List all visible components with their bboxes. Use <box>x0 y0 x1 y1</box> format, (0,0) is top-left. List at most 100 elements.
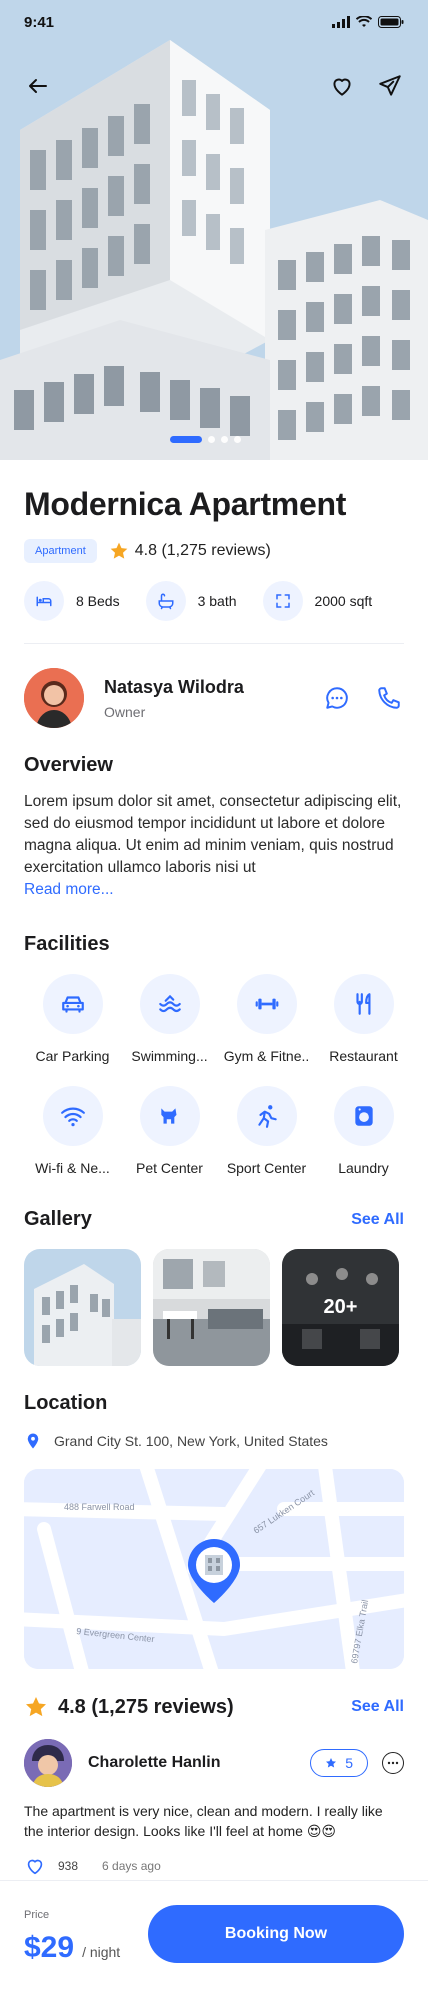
facility-restaurant[interactable]: Restaurant <box>315 974 412 1064</box>
booking-now-button[interactable]: Booking Now <box>148 1905 404 1963</box>
call-button[interactable] <box>374 683 404 713</box>
reviews-rating-text: 4.8 (1,275 reviews) <box>58 1695 234 1718</box>
facility-label: Restaurant <box>329 1048 398 1064</box>
star-icon <box>26 1697 46 1717</box>
spec-label: 2000 sqft <box>314 593 373 609</box>
reviewer-avatar[interactable] <box>24 1739 72 1787</box>
pager-dot-active[interactable] <box>170 436 202 443</box>
facility-sport-center[interactable]: Sport Center <box>218 1086 315 1176</box>
facilities-grid: Car Parking Swimming... Gym & Fitne.. Re… <box>24 974 404 1176</box>
pager-dot[interactable] <box>221 436 228 443</box>
signal-icon <box>332 16 350 28</box>
price-label: Price <box>24 1909 50 1921</box>
location-address: Grand City St. 100, New York, United Sta… <box>54 1433 328 1449</box>
status-icons <box>332 16 404 28</box>
location-pin-icon <box>27 1433 39 1449</box>
reviews-header: 4.8 (1,275 reviews) See All <box>24 1695 404 1719</box>
owner-avatar[interactable] <box>24 668 84 728</box>
owner-actions <box>322 683 404 713</box>
gallery-image-more[interactable]: 20+ <box>282 1249 399 1366</box>
facility-label: Pet Center <box>136 1160 203 1176</box>
facility-label: Car Parking <box>35 1048 110 1064</box>
map-street-label: 488 Farwell Road <box>64 1502 135 1512</box>
review-time: 6 days ago <box>102 1859 161 1873</box>
share-button[interactable] <box>370 66 410 106</box>
star-icon <box>110 542 128 559</box>
booking-bar: Price $29 / night Booking Now <box>0 1880 428 2000</box>
facility-label: Swimming... <box>131 1048 208 1064</box>
facility-pet-center[interactable]: Pet Center <box>121 1086 218 1176</box>
swimming-icon <box>139 974 200 1034</box>
property-specs: 8 Beds 3 bath 2000 sqft <box>24 581 404 644</box>
facility-car-parking[interactable]: Car Parking <box>24 974 121 1064</box>
price-block: Price $29 / night <box>24 1903 120 1965</box>
facility-swimming[interactable]: Swimming... <box>121 974 218 1064</box>
price-amount: $29 <box>24 1931 75 1964</box>
property-rating: 4.8 (1,275 reviews) <box>109 541 271 561</box>
like-heart-icon[interactable] <box>24 1855 46 1877</box>
review-header: Charolette Hanlin 5 <box>24 1739 404 1787</box>
facility-label: Laundry <box>338 1160 389 1176</box>
facility-label: Sport Center <box>226 1160 307 1176</box>
status-bar: 9:41 <box>0 0 428 44</box>
pet-icon <box>139 1086 200 1146</box>
status-time: 9:41 <box>24 13 55 31</box>
facility-label: Gym & Fitne.. <box>223 1048 310 1064</box>
facility-gym[interactable]: Gym & Fitne.. <box>218 974 315 1064</box>
rating-text: 4.8 (1,275 reviews) <box>134 542 271 559</box>
wifi-icon <box>42 1086 103 1146</box>
gallery-image[interactable] <box>24 1249 141 1366</box>
back-button[interactable] <box>18 66 58 106</box>
read-more-link[interactable]: Read more... <box>24 881 404 899</box>
gallery-see-all-link[interactable]: See All <box>351 1211 404 1229</box>
gym-icon <box>236 974 297 1034</box>
gallery-row: 20+ <box>24 1249 404 1366</box>
spec-area: 2000 sqft <box>262 581 373 621</box>
sport-icon <box>236 1086 297 1146</box>
main-content: Modernica Apartment Apartment 4.8 (1,275… <box>0 460 428 1877</box>
pager-dot[interactable] <box>234 436 241 443</box>
facilities-title: Facilities <box>24 933 110 955</box>
overview-text: Lorem ipsum dolor sit amet, consectetur … <box>24 793 402 876</box>
location-title: Location <box>24 1392 108 1414</box>
favorite-button[interactable] <box>322 66 362 106</box>
owner-info: Natasya Wilodra Owner <box>104 677 322 720</box>
more-horizontal-icon <box>387 1761 399 1765</box>
gallery-image[interactable] <box>153 1249 270 1366</box>
owner-role: Owner <box>104 703 146 720</box>
gallery-header: Gallery See All <box>24 1208 404 1231</box>
review-stars: 5 <box>345 1755 353 1771</box>
facility-laundry[interactable]: Laundry <box>315 1086 412 1176</box>
price-value: $29 / night <box>24 1931 120 1965</box>
apartment-building-photo <box>0 0 428 460</box>
area-icon <box>262 581 303 621</box>
chat-icon <box>326 687 348 709</box>
heart-icon <box>333 78 351 96</box>
laundry-icon <box>333 1086 394 1146</box>
car-icon <box>42 974 103 1034</box>
property-meta: Apartment 4.8 (1,275 reviews) <box>24 539 404 563</box>
hero-image: 9:41 <box>0 0 428 460</box>
arrow-left-icon <box>29 79 47 93</box>
overview-title: Overview <box>24 754 113 776</box>
review-footer: 938 6 days ago <box>24 1855 404 1877</box>
phone-icon <box>378 687 400 709</box>
owner-card: Natasya Wilodra Owner <box>24 668 404 728</box>
spec-label: 8 Beds <box>76 593 120 609</box>
facility-wifi[interactable]: Wi-fi & Ne... <box>24 1086 121 1176</box>
image-pager[interactable] <box>170 436 241 443</box>
pager-dot[interactable] <box>208 436 215 443</box>
restaurant-icon <box>333 974 394 1034</box>
property-tag: Apartment <box>24 539 97 563</box>
review-more-button[interactable] <box>382 1752 404 1774</box>
review-likes: 938 <box>58 1859 79 1873</box>
gallery-title: Gallery <box>24 1208 92 1230</box>
spec-bath: 3 bath <box>145 581 237 621</box>
reviews-see-all-link[interactable]: See All <box>351 1698 404 1716</box>
property-title: Modernica Apartment <box>24 486 347 522</box>
location-map[interactable]: 488 Farwell Road 657 Lukken Court 9 Ever… <box>24 1469 404 1669</box>
reviews-rating: 4.8 (1,275 reviews) <box>24 1695 234 1719</box>
chat-button[interactable] <box>322 683 352 713</box>
bed-icon <box>24 581 64 621</box>
review-item: Charolette Hanlin 5 The apartment is ver… <box>24 1739 404 1877</box>
